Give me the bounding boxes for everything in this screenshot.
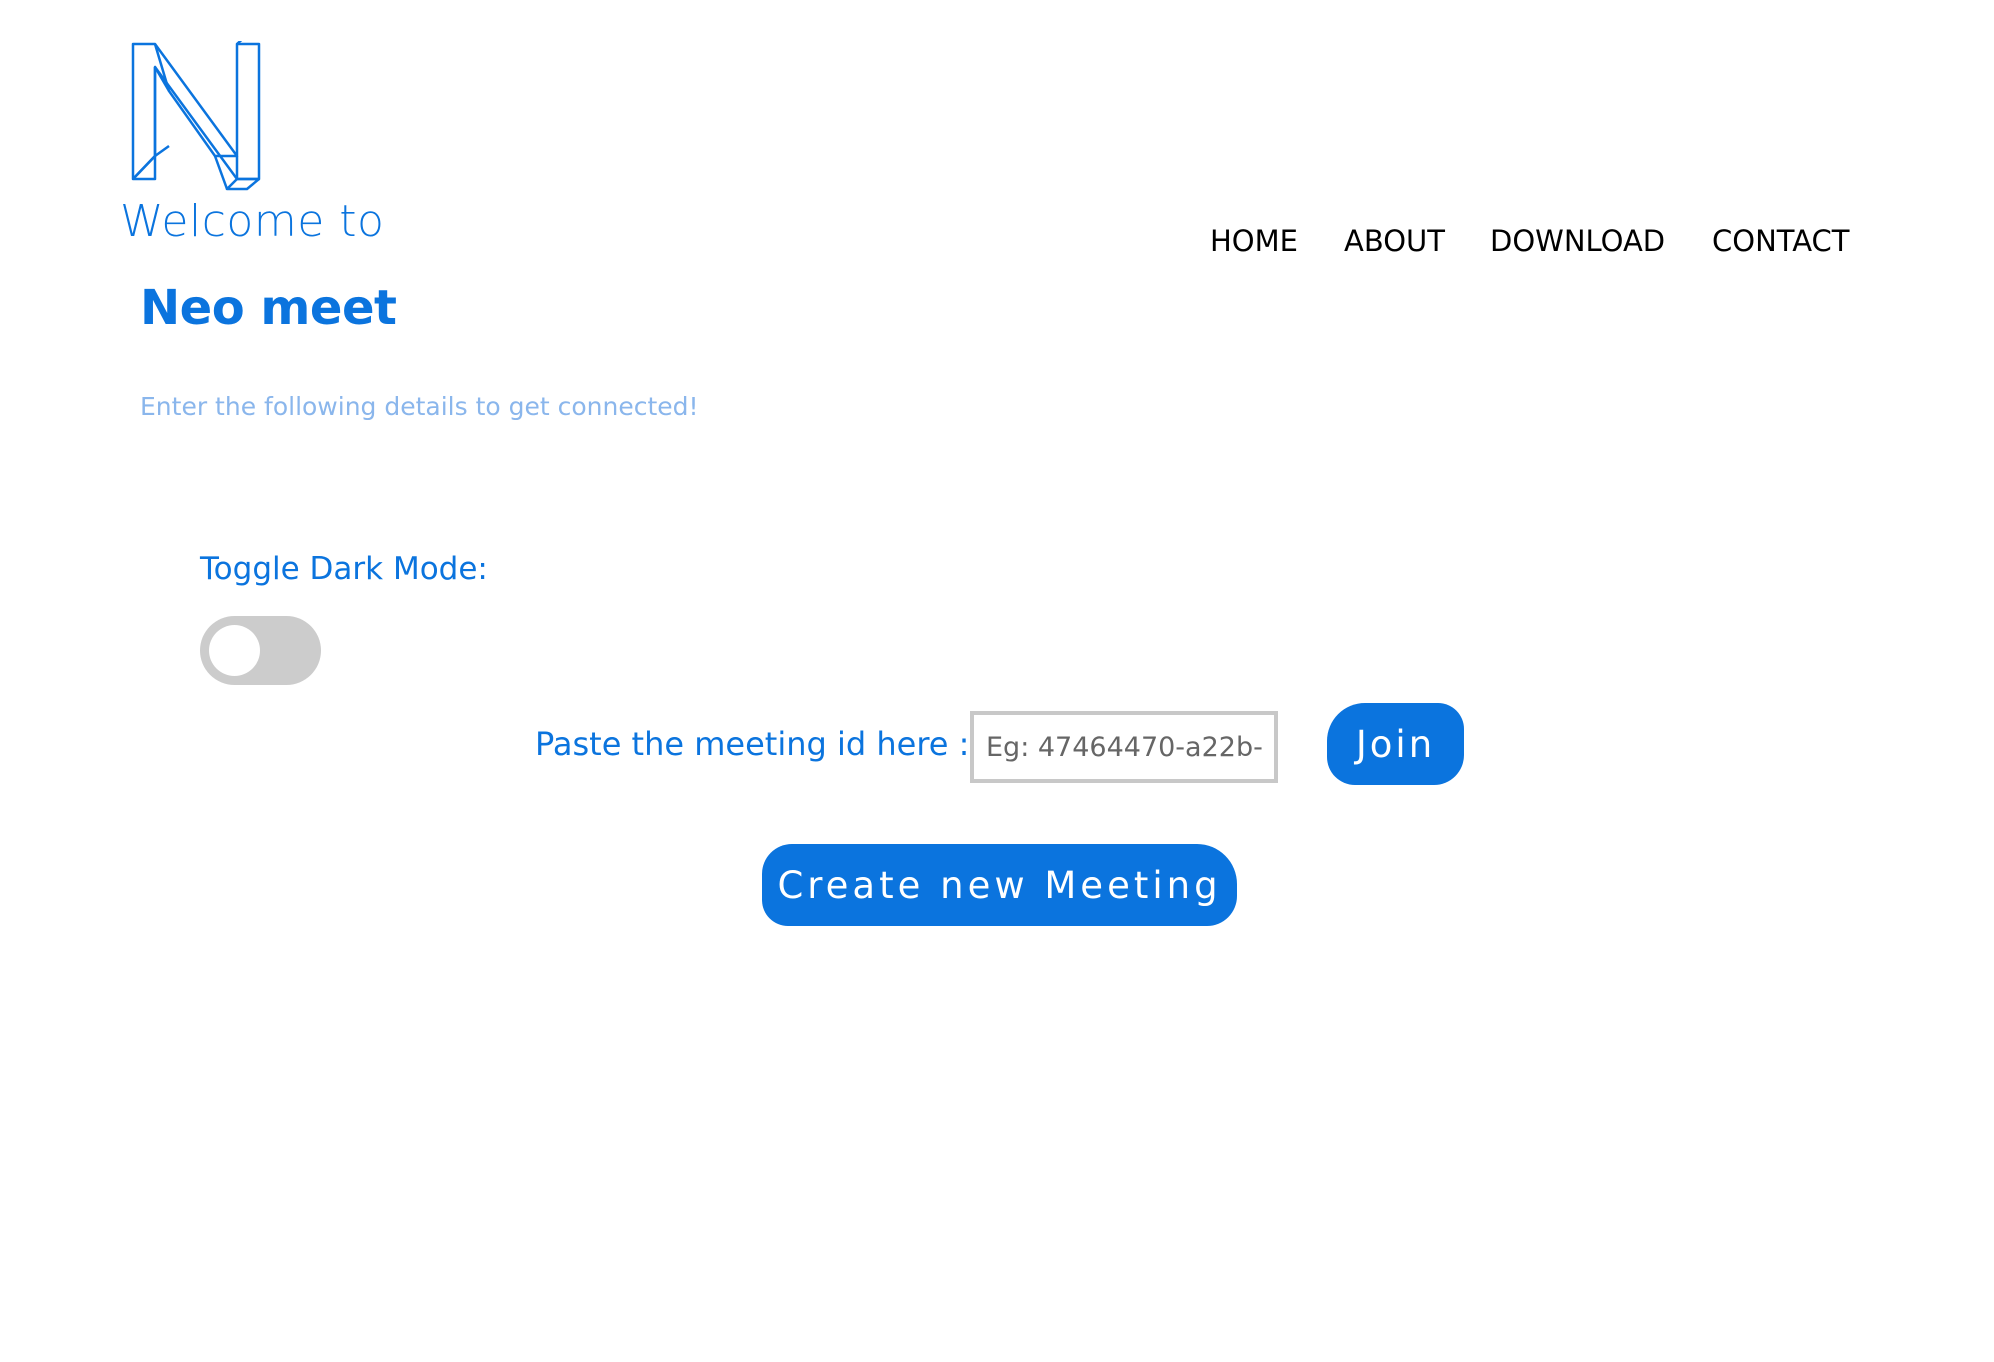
toggle-knob [209,625,260,676]
dark-mode-label: Toggle Dark Mode: [200,551,488,587]
nav-about-link[interactable]: ABOUT [1344,224,1445,258]
neo-n-logo-icon [131,41,261,191]
nav-contact-link[interactable]: CONTACT [1712,224,1850,258]
page: Welcome to Neo meet Enter the following … [0,0,1994,1362]
brand-title: Neo meet [140,280,397,336]
meeting-id-label: Paste the meeting id here : [535,725,970,763]
nav-download-link[interactable]: DOWNLOAD [1490,224,1665,258]
nav-home-link[interactable]: HOME [1210,224,1298,258]
welcome-text: Welcome to [120,196,385,247]
join-button[interactable]: Join [1327,703,1464,785]
dark-mode-toggle[interactable] [200,616,321,685]
create-meeting-button[interactable]: Create new Meeting [762,844,1237,926]
subtitle-text: Enter the following details to get conne… [140,392,699,421]
meeting-id-input[interactable] [970,711,1278,783]
